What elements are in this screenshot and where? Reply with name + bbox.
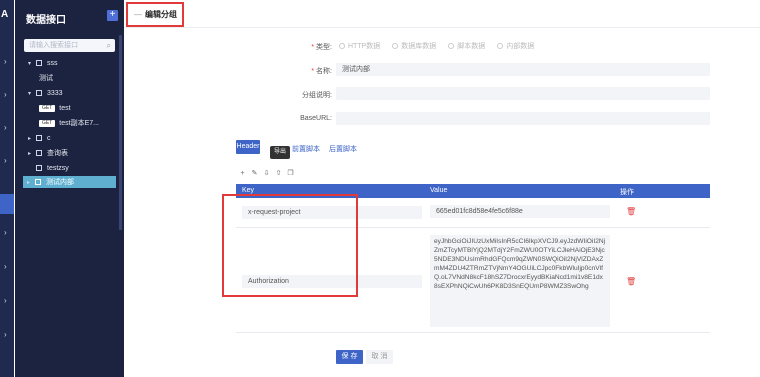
caret-right-icon[interactable]: ▸ [28, 150, 36, 157]
tree-item-sss[interactable]: ▾ sss [28, 57, 58, 69]
tab-post-script[interactable]: 后置脚本 [329, 144, 357, 154]
method-badge: GET [39, 119, 56, 127]
folder-icon [36, 165, 42, 171]
tree-item-get-test[interactable]: GET test [39, 102, 71, 114]
type-label: * 类型: [311, 44, 332, 51]
sidebar-search: ⌕ [24, 39, 115, 52]
caret-right-icon[interactable]: ▸ [28, 135, 36, 142]
folder-icon [36, 60, 42, 66]
tree-item-label: 测试内部 [46, 179, 74, 186]
caret-down-icon[interactable]: ▾ [28, 60, 36, 67]
app-logo: A [1, 9, 9, 20]
baseurl-field[interactable] [336, 112, 710, 125]
type-radio-group: HTTP数据 数据库数据 脚本数据 内部数据 [339, 41, 546, 51]
chevron-right-icon[interactable]: › [4, 90, 7, 99]
col-value: Value [430, 187, 448, 194]
tree-item-label: test副本E7... [59, 120, 99, 127]
tab-header[interactable]: Header [236, 140, 260, 154]
name-field[interactable]: 测试内部 [336, 63, 710, 76]
copy-icon[interactable]: ❐ [286, 170, 295, 178]
rail-active-item[interactable] [0, 194, 14, 214]
chevron-right-icon[interactable]: › [4, 123, 7, 132]
chevron-right-icon[interactable]: › [4, 57, 7, 66]
tab-pre-script[interactable]: 前置脚本 [292, 144, 320, 154]
value-input[interactable]: 665ed01fc8d58e4fe5c6f88e [430, 205, 610, 218]
highlight-box-title [126, 2, 184, 27]
search-input[interactable] [24, 39, 100, 52]
radio-script[interactable]: 脚本数据 [448, 41, 485, 51]
tree-item-test-cn[interactable]: 测试 [39, 72, 53, 84]
delete-icon[interactable]: 🗑 [626, 207, 636, 216]
export-icon[interactable]: ⇧ [274, 170, 283, 178]
plus-icon[interactable]: + [238, 170, 247, 178]
caret-down-icon[interactable]: ▾ [28, 90, 36, 97]
search-icon[interactable]: ⌕ [107, 41, 111, 51]
tree-item-internal-test[interactable]: ▸ 测试内部 [23, 176, 116, 188]
tree-item-get-test-copy[interactable]: GET test副本E7... [39, 117, 99, 129]
tree-item-label: c [47, 134, 51, 142]
tree-item-3333[interactable]: ▾ 3333 [28, 87, 63, 99]
header-toolbar: + ✎ ⇩ ⇧ ❐ [238, 170, 298, 178]
edit-icon[interactable]: ✎ [250, 170, 259, 178]
chevron-right-icon[interactable]: › [4, 228, 7, 237]
highlight-box-keys [222, 194, 358, 297]
folder-icon [35, 179, 41, 185]
chevron-right-icon[interactable]: › [4, 262, 7, 271]
chevron-right-icon[interactable]: › [4, 296, 7, 305]
folder-icon [36, 135, 42, 141]
tree-item-testzsy[interactable]: testzsy [36, 162, 69, 174]
chevron-right-icon[interactable]: › [4, 156, 7, 165]
col-key: Key [242, 187, 255, 194]
caret-right-icon[interactable]: ▸ [27, 179, 35, 186]
sidebar-title: 数据接口 [26, 15, 66, 26]
tree-item-label: testzsy [47, 164, 69, 172]
delete-icon[interactable]: 🗑 [626, 277, 636, 286]
tree-item-label: test [59, 104, 71, 112]
import-icon[interactable]: ⇩ [262, 170, 271, 178]
tree-item-label: 3333 [47, 89, 63, 97]
folder-icon [36, 150, 42, 156]
col-action: 操作 [620, 189, 634, 196]
radio-database[interactable]: 数据库数据 [392, 41, 436, 51]
page-header: — 编辑分组 [124, 0, 760, 28]
name-label: * 名称: [311, 68, 332, 75]
radio-internal[interactable]: 内部数据 [497, 41, 534, 51]
nav-rail: A › › › › › › › › [0, 0, 14, 377]
tree-item-label: 测试 [39, 75, 53, 82]
desc-field[interactable] [336, 87, 710, 100]
method-badge: GET [39, 104, 56, 112]
export-tooltip: 导出 [270, 146, 290, 159]
radio-http[interactable]: HTTP数据 [339, 41, 380, 51]
app-window: A › › › › › › › › 数据接口 + ⌕ ▾ sss 测试 ▾ 3333… [0, 0, 760, 377]
tree-item-label: 查询表 [47, 150, 68, 157]
value-input[interactable]: eyJhbGciOiJIUzUxMiIsInR5cCI6IkpXVCJ9.eyJ… [430, 235, 610, 327]
add-interface-button[interactable]: + [107, 10, 118, 21]
tree-item-query-table[interactable]: ▸ 查询表 [28, 147, 68, 159]
baseurl-label: BaseURL: [300, 115, 332, 122]
cancel-button[interactable]: 取 消 [366, 350, 393, 364]
save-button[interactable]: 保 存 [336, 350, 363, 364]
desc-label: 分组说明: [302, 92, 332, 99]
tree-item-label: sss [47, 59, 58, 67]
chevron-right-icon[interactable]: › [4, 330, 7, 339]
folder-icon [36, 90, 42, 96]
tree-item-c[interactable]: ▸ c [28, 132, 51, 144]
sidebar-scrollbar[interactable] [119, 35, 122, 230]
